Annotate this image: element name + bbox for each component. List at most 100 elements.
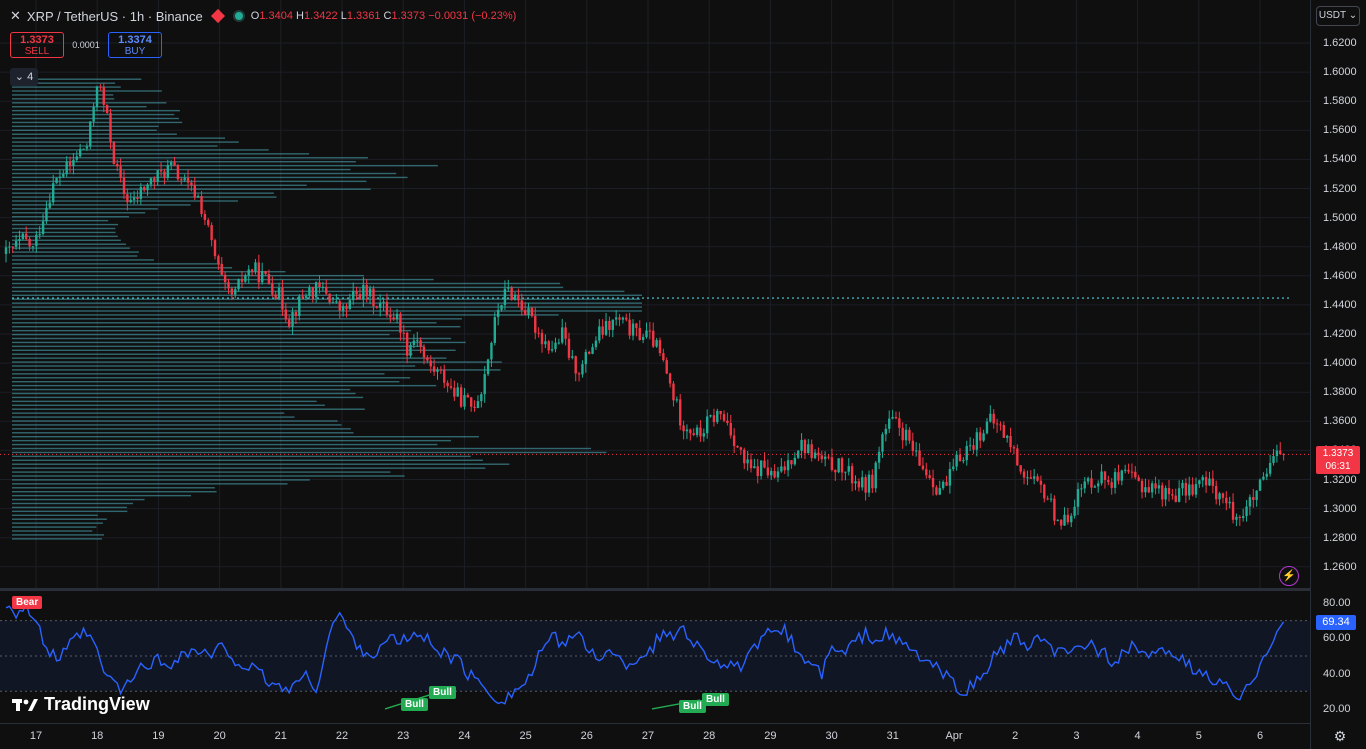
currency-label: USDT — [1318, 10, 1346, 21]
candle-body — [143, 187, 146, 191]
candle-body — [1019, 465, 1022, 472]
candle-body — [385, 301, 389, 315]
sell-button[interactable]: 1.3373 SELL — [10, 32, 64, 58]
candle-body — [1056, 519, 1059, 521]
candle-body — [554, 342, 557, 350]
candle-body — [844, 471, 847, 473]
candle-body — [318, 282, 321, 288]
candle-body — [770, 471, 773, 476]
volume-profile-bar — [12, 251, 139, 253]
volume-profile-bar — [12, 436, 479, 438]
rsi-chart[interactable] — [0, 591, 1310, 723]
candle-body — [840, 458, 844, 473]
candle-body — [166, 165, 170, 178]
candle-body — [1272, 456, 1275, 463]
candle-body — [635, 323, 638, 328]
time-tick-label: 27 — [641, 730, 655, 742]
candle-body — [21, 233, 25, 240]
candle-body — [709, 415, 712, 417]
volume-profile-bar — [12, 349, 456, 351]
volume-profile-bar — [12, 157, 368, 159]
indicators-toggle-button[interactable]: ⌄ 4 — [10, 68, 38, 86]
volume-profile-bar — [12, 424, 342, 426]
time-axis[interactable]: 17 18 19 20 21 22 23 24 25 26 27 28 29 30 31 Apr 2 3 4 5 6 — [0, 723, 1310, 749]
candle-body — [1188, 484, 1191, 496]
volume-profile-bar — [12, 125, 159, 128]
volume-profile-bar — [12, 538, 102, 540]
volume-profile-bar — [12, 271, 286, 273]
candle-body — [1080, 488, 1083, 490]
candle-body — [722, 414, 726, 421]
candle-body — [871, 474, 874, 489]
candle-body — [1150, 483, 1154, 493]
candle-body — [1063, 514, 1066, 526]
rsi-pane[interactable] — [0, 591, 1310, 723]
volume-profile-bar — [12, 483, 288, 485]
candle-body — [267, 273, 271, 284]
volume-profile-bar — [12, 337, 452, 340]
volume-profile-bar — [12, 282, 561, 285]
candle-body — [662, 353, 665, 361]
candle-body — [48, 202, 52, 208]
candle-body — [234, 289, 237, 295]
volume-profile-bar — [12, 498, 145, 501]
candle-body — [1164, 487, 1167, 500]
bear-divergence-badge: Bear — [12, 596, 43, 609]
candle-body — [931, 477, 935, 488]
candle-body — [1006, 435, 1009, 438]
volume-profile-bar — [12, 408, 365, 410]
candle-body — [935, 487, 938, 495]
brand-name: TradingView — [44, 694, 150, 714]
volume-profile-bar — [12, 416, 295, 418]
candle-body — [800, 439, 803, 451]
candle-body — [1086, 478, 1090, 482]
volume-profile-bar — [12, 137, 226, 139]
candle-body — [1262, 476, 1265, 480]
candle-body — [247, 269, 250, 276]
candle-body — [668, 373, 672, 384]
tradingview-logo[interactable]: TradingView — [12, 694, 150, 715]
candle-body — [14, 241, 18, 247]
candle-body — [416, 340, 419, 342]
candle-body — [1110, 482, 1113, 488]
main-chart-pane[interactable] — [0, 0, 1310, 588]
candle-body — [153, 178, 156, 182]
volume-profile-bar — [12, 133, 177, 135]
candlestick-chart[interactable] — [0, 0, 1310, 588]
candle-body — [1235, 516, 1238, 520]
currency-selector[interactable]: USDT ⌄ — [1316, 6, 1360, 26]
candle-body — [695, 427, 699, 435]
price-tick-label: 1.3200 — [1323, 473, 1357, 486]
candle-body — [830, 457, 834, 470]
volume-profile-bar — [12, 223, 119, 226]
candle-body — [604, 320, 608, 335]
candle-body — [611, 319, 614, 330]
candle-body — [173, 162, 176, 166]
volume-profile-bar — [12, 467, 486, 469]
gear-icon[interactable]: ⚙ — [1332, 728, 1348, 744]
candle-body — [914, 450, 918, 452]
volume-profile-bar — [12, 286, 564, 289]
symbol-title[interactable]: XRP / TetherUS · 1h · Binance — [27, 9, 203, 24]
price-axis[interactable]: 1.6200 1.6000 1.5800 1.5600 1.5400 1.5200 1.50… — [1310, 0, 1366, 749]
indicators-count: 4 — [27, 71, 34, 83]
candle-body — [217, 256, 220, 264]
candle-body — [743, 449, 746, 464]
volume-profile-bar — [12, 302, 642, 304]
candle-body — [1248, 497, 1252, 507]
rsi-tick-label: 60.00 — [1323, 632, 1351, 644]
candle-body — [1127, 469, 1130, 472]
candle-body — [466, 395, 470, 398]
close-icon[interactable]: ✕ — [10, 8, 21, 24]
candle-body — [196, 196, 200, 198]
candle-body — [1012, 447, 1016, 449]
candle-body — [362, 285, 365, 300]
candle-body — [783, 466, 786, 471]
live-status-icon[interactable] — [232, 10, 245, 22]
candle-body — [587, 351, 591, 354]
buy-button[interactable]: 1.3374 BUY — [108, 32, 162, 58]
market-status-icon[interactable] — [210, 8, 225, 24]
lightning-icon[interactable]: ⚡ — [1279, 566, 1299, 586]
candle-body — [1039, 480, 1043, 485]
candle-body — [746, 459, 749, 464]
